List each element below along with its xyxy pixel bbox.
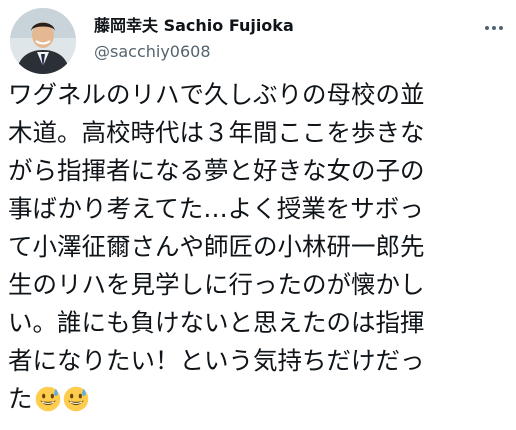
tweet-header: 藤岡幸夫 Sachio Fujioka @sacchiy0608 — [8, 6, 508, 74]
tweet-text-line: がら指揮者になる夢と好きな女の子の — [8, 156, 425, 185]
more-options-button[interactable] — [482, 16, 506, 40]
tweet-text: ワグネルのリハで久しぶりの母校の並 木道。高校時代は３年間ここを歩きな がら指揮… — [8, 76, 508, 418]
tweet-text-line: ワグネルのリハで久しぶりの母校の並 — [8, 80, 425, 109]
tweet-text-last-line: た — [8, 380, 508, 418]
tweet-text-line: い。誰にも負けないと思えたのは指揮 — [8, 308, 425, 337]
tweet-text-line: 者になりたい！という気持ちだけだっ — [8, 346, 425, 375]
tweet-author: 藤岡幸夫 Sachio Fujioka @sacchiy0608 — [94, 16, 424, 62]
avatar-image — [10, 8, 76, 74]
user-handle[interactable]: @sacchiy0608 — [94, 42, 424, 62]
tweet-text-line: 木道。高校時代は３年間ここを歩きな — [8, 118, 425, 147]
tweet-text-line: 生のリハを見学しに行ったのが懐かし — [8, 270, 425, 299]
avatar[interactable] — [10, 8, 76, 74]
grinning-sweat-emoji — [35, 386, 60, 412]
grinning-sweat-emoji — [63, 386, 88, 412]
more-horizontal-icon — [485, 26, 503, 30]
tweet-text-line: 事ばかり考えてた…よく授業をサボっ — [8, 194, 424, 223]
display-name[interactable]: 藤岡幸夫 Sachio Fujioka — [94, 16, 424, 36]
tweet: 藤岡幸夫 Sachio Fujioka @sacchiy0608 ワグネルのリハ… — [0, 0, 516, 430]
tweet-text-line: て小澤征爾さんや師匠の小林研一郎先 — [8, 232, 425, 261]
tweet-text-tail: た — [8, 384, 33, 413]
